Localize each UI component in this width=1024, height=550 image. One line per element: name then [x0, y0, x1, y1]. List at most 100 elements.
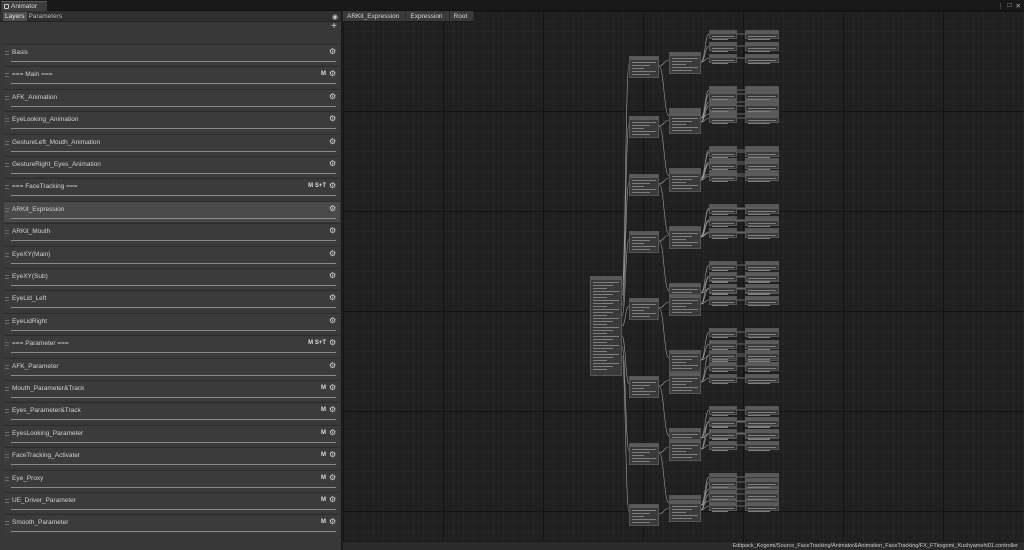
state-node[interactable]	[745, 90, 779, 100]
state-node[interactable]	[669, 170, 701, 192]
state-node[interactable]	[629, 298, 659, 320]
state-node[interactable]	[745, 42, 779, 52]
gear-icon[interactable]: ⚙	[329, 115, 337, 123]
drag-handle-icon[interactable]	[5, 499, 9, 503]
state-node[interactable]	[709, 374, 737, 384]
gear-icon[interactable]: ⚙	[329, 70, 337, 78]
state-node[interactable]	[709, 30, 737, 40]
gear-icon[interactable]: ⚙	[329, 204, 337, 213]
add-layer-button[interactable]: +	[331, 22, 337, 32]
state-node[interactable]	[709, 42, 737, 52]
breadcrumb-item[interactable]: Root	[449, 11, 474, 21]
layer-row[interactable]: AFK_Parameter ⚙	[4, 357, 340, 379]
drag-handle-icon[interactable]	[5, 454, 9, 459]
state-node[interactable]	[745, 374, 779, 384]
layer-row[interactable]: EyeLidRight ⚙	[4, 312, 340, 334]
state-node[interactable]	[629, 174, 659, 196]
gear-icon[interactable]: ⚙	[329, 227, 337, 235]
gear-icon[interactable]: ⚙	[329, 316, 337, 325]
drag-handle-icon[interactable]	[5, 140, 9, 145]
state-node[interactable]	[745, 261, 779, 271]
state-node[interactable]	[669, 112, 701, 134]
state-node[interactable]	[745, 160, 779, 170]
state-node[interactable]	[709, 172, 737, 182]
drag-handle-icon[interactable]	[5, 476, 9, 481]
layer-row[interactable]: AFK_Animation ⚙	[4, 88, 340, 110]
state-node[interactable]	[709, 148, 737, 158]
state-node[interactable]	[709, 90, 737, 100]
state-node[interactable]	[745, 362, 779, 372]
state-node[interactable]	[745, 114, 779, 124]
layer-row[interactable]: === FaceTracking === M S+T ⚙	[4, 178, 340, 200]
state-node[interactable]	[629, 56, 659, 78]
gear-icon[interactable]: ⚙	[329, 361, 337, 370]
state-node[interactable]	[745, 229, 779, 239]
state-node[interactable]	[669, 227, 701, 249]
state-node[interactable]	[709, 54, 737, 64]
drag-handle-icon[interactable]	[5, 275, 9, 279]
drag-handle-icon[interactable]	[5, 230, 9, 235]
state-node[interactable]	[745, 406, 779, 416]
drag-handle-icon[interactable]	[5, 387, 9, 391]
state-node[interactable]	[745, 54, 779, 64]
gear-icon[interactable]: ⚙	[329, 92, 337, 101]
state-node[interactable]	[709, 502, 737, 512]
breadcrumb-item[interactable]: Expression	[406, 11, 449, 21]
tab-parameters[interactable]: Parameters	[27, 12, 65, 21]
state-node[interactable]	[709, 284, 737, 294]
state-node[interactable]	[745, 441, 779, 451]
state-node[interactable]	[709, 417, 737, 427]
state-node[interactable]	[709, 490, 737, 500]
drag-handle-icon[interactable]	[5, 521, 9, 526]
state-node[interactable]	[709, 205, 737, 215]
layer-row[interactable]: === Parameter === M S+T ⚙	[4, 335, 340, 357]
drag-handle-icon[interactable]	[5, 185, 9, 190]
drag-handle-icon[interactable]	[5, 118, 9, 123]
state-node[interactable]	[745, 417, 779, 427]
gear-icon[interactable]: ⚙	[329, 518, 337, 526]
gear-icon[interactable]: ⚙	[329, 339, 337, 347]
state-node[interactable]	[709, 362, 737, 372]
gear-icon[interactable]: ⚙	[329, 451, 337, 459]
eye-icon[interactable]: ◉	[332, 13, 338, 21]
state-node[interactable]	[709, 350, 737, 360]
gear-icon[interactable]: ⚙	[329, 137, 337, 146]
layer-row[interactable]: === Main === M ⚙	[4, 66, 340, 88]
state-node[interactable]	[745, 502, 779, 512]
layer-row[interactable]: FaceTracking_Activater M ⚙	[4, 447, 340, 469]
window-tab-animator[interactable]: Animator	[1, 1, 47, 11]
layer-row[interactable]: Eyes_Parameter&Track M ⚙	[4, 402, 340, 424]
state-node[interactable]	[709, 340, 737, 350]
state-node[interactable]	[745, 478, 779, 488]
layer-row[interactable]: EyeLid_Left ⚙	[4, 290, 340, 312]
state-node[interactable]	[745, 217, 779, 227]
drag-handle-icon[interactable]	[5, 207, 9, 212]
drag-handle-icon[interactable]	[5, 252, 9, 257]
gear-icon[interactable]: ⚙	[329, 272, 337, 280]
gear-icon[interactable]: ⚙	[329, 384, 337, 392]
state-node[interactable]	[590, 276, 622, 376]
state-node[interactable]	[709, 217, 737, 227]
state-node[interactable]	[709, 102, 737, 112]
state-node[interactable]	[629, 231, 659, 253]
state-node[interactable]	[669, 500, 701, 522]
gear-icon[interactable]: ⚙	[329, 428, 337, 437]
state-node[interactable]	[745, 350, 779, 360]
state-node[interactable]	[745, 284, 779, 294]
state-machine-graph[interactable]: ARKit_Expression Expression Root Editpac…	[343, 11, 1024, 550]
state-node[interactable]	[629, 116, 659, 138]
layer-row[interactable]: ARKit_Mouth ⚙	[4, 223, 340, 245]
state-node[interactable]	[745, 205, 779, 215]
state-node[interactable]	[709, 296, 737, 306]
state-node[interactable]	[669, 439, 701, 461]
gear-icon[interactable]: ⚙	[329, 249, 337, 258]
state-node[interactable]	[745, 429, 779, 439]
state-node[interactable]	[709, 229, 737, 239]
drag-handle-icon[interactable]	[5, 297, 9, 302]
state-node[interactable]	[709, 406, 737, 416]
layer-row[interactable]: Mouth_Parameter&Track M ⚙	[4, 380, 340, 401]
state-node[interactable]	[745, 272, 779, 282]
layer-row[interactable]: UE_Driver_Parameter M ⚙	[4, 492, 340, 513]
state-node[interactable]	[745, 30, 779, 40]
gear-icon[interactable]: ⚙	[329, 406, 337, 414]
